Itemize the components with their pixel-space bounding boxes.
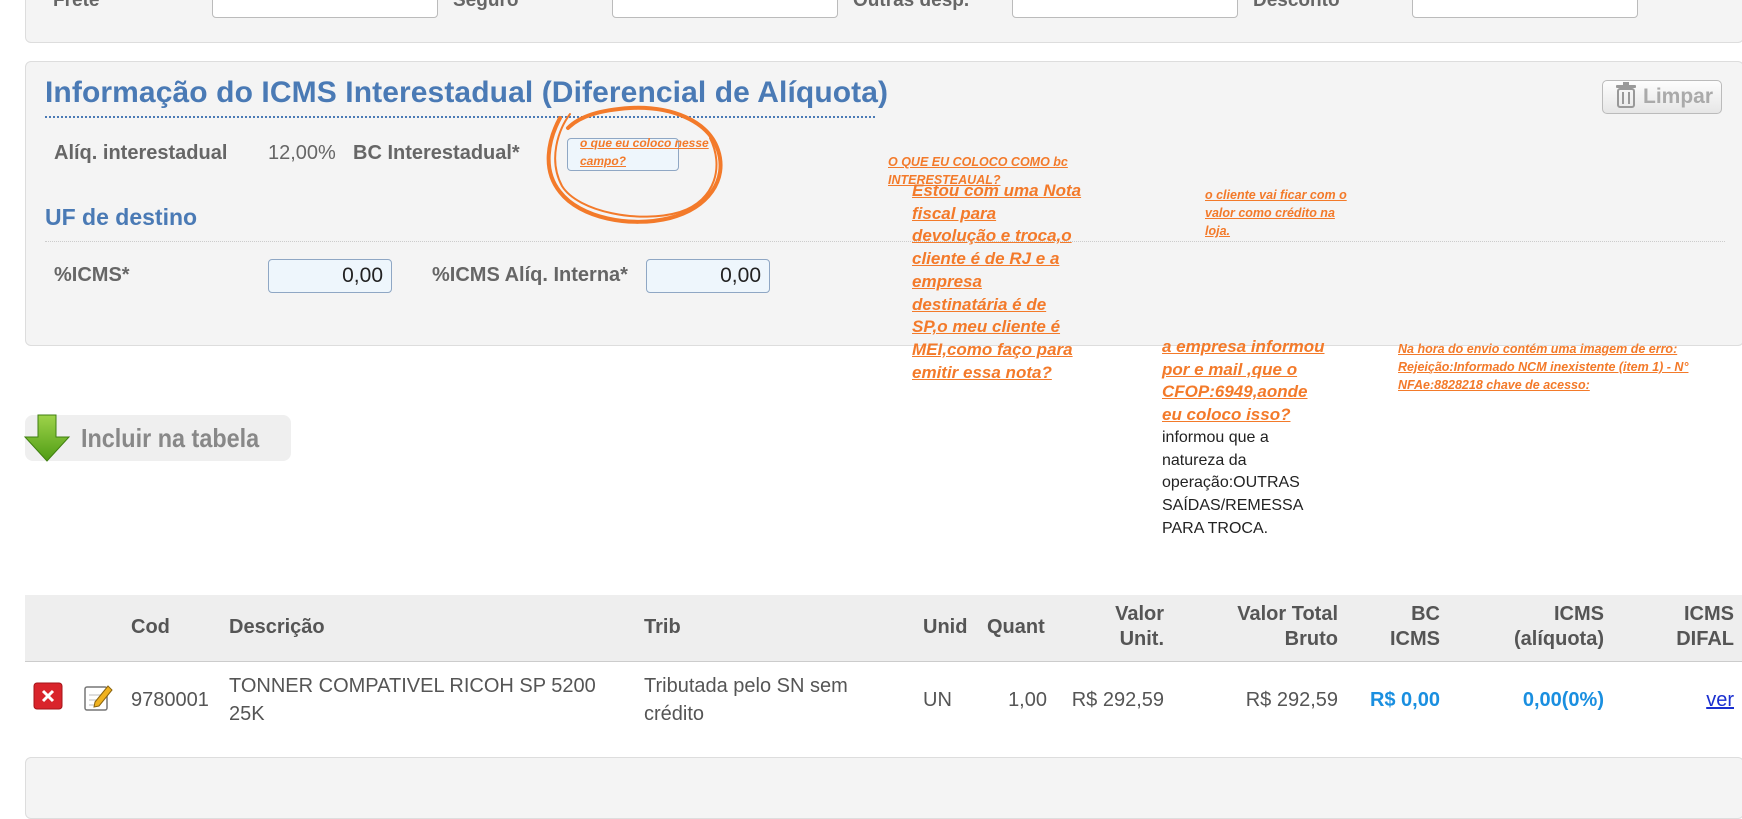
cell-unid: UN: [923, 689, 952, 711]
error-note: Na hora do envio contém uma imagem de er…: [1398, 342, 1689, 392]
cfop-note: a empresa informou por e mail ,que o CFO…: [1162, 337, 1325, 425]
outras-despesas-label: Outras desp.: [853, 0, 970, 11]
cell-icms-aliquota: 0,00(0%): [1522, 689, 1604, 711]
divider: [45, 241, 1725, 242]
col-bc-icms: BC ICMS: [1390, 603, 1440, 650]
desconto-label: Desconto: [1253, 0, 1340, 11]
col-quant: Quant: [987, 616, 1045, 638]
limpar-label: Limpar: [1643, 85, 1714, 108]
frete-input[interactable]: [212, 0, 438, 18]
arrow-down-icon: [23, 413, 71, 468]
col-valor-total: Valor Total Bruto: [1237, 603, 1338, 650]
picms-label: %ICMS*: [54, 264, 130, 286]
aliq-interestadual-label: Alíq. interestadual: [54, 142, 228, 164]
cell-descricao: TONNER COMPATIVEL RICOH SP 5200 25K: [229, 675, 596, 725]
col-descricao: Descrição: [229, 616, 325, 638]
trash-icon: [1615, 81, 1637, 113]
circle-note: o que eu coloco nesse campo?: [580, 136, 709, 168]
cell-quant: 1,00: [1008, 689, 1047, 711]
incluir-label: Incluir na tabela: [81, 422, 260, 453]
uf-destino-title: UF de destino: [45, 204, 198, 230]
col-trib: Trib: [644, 616, 681, 638]
picms-interna-input[interactable]: [646, 259, 770, 293]
cell-bc-icms: R$ 0,00: [1369, 689, 1440, 711]
cell-valor-unit: R$ 292,59: [1071, 689, 1164, 711]
col-unid: Unid: [923, 616, 968, 638]
natureza-note: informou que a natureza da operação:OUTR…: [1162, 429, 1303, 537]
cell-trib: Tributada pelo SN sem crédito: [644, 675, 848, 725]
col-icms-aliquota: ICMS (alíquota): [1514, 603, 1604, 650]
delete-icon[interactable]: [33, 682, 63, 712]
icms-section-title: Informação do ICMS Interestadual (Difere…: [45, 76, 889, 109]
col-cod: Cod: [131, 616, 170, 638]
aliq-interestadual-value: 12,00%: [268, 142, 336, 164]
ver-link[interactable]: ver: [1650, 686, 1734, 714]
cell-valor-total: R$ 292,59: [1245, 689, 1338, 711]
col-icms-difal: ICMS DIFAL: [1676, 603, 1734, 650]
bottom-panel: [25, 757, 1742, 819]
picms-interna-label: %ICMS Alíq. Interna*: [432, 264, 628, 286]
edit-icon[interactable]: [83, 682, 113, 712]
col-valor-unit: Valor Unit.: [1115, 603, 1164, 650]
outras-despesas-input[interactable]: [1012, 0, 1238, 18]
desconto-input[interactable]: [1412, 0, 1638, 18]
seguro-label: Seguro: [453, 0, 519, 11]
title-underline: [45, 116, 875, 118]
credit-note: o cliente vai ficar com o valor como cré…: [1205, 188, 1347, 238]
limpar-button[interactable]: Limpar: [1602, 80, 1722, 114]
seguro-input[interactable]: [612, 0, 838, 18]
main-question-note: Estou com uma Nota fiscal para devolução…: [912, 181, 1082, 382]
frete-label: Frete: [53, 0, 100, 11]
picms-input[interactable]: [268, 259, 392, 293]
bc-interestadual-label: BC Interestadual*: [353, 142, 520, 164]
incluir-na-tabela-button[interactable]: Incluir na tabela: [23, 414, 291, 462]
cell-cod: 9780001: [131, 689, 209, 711]
